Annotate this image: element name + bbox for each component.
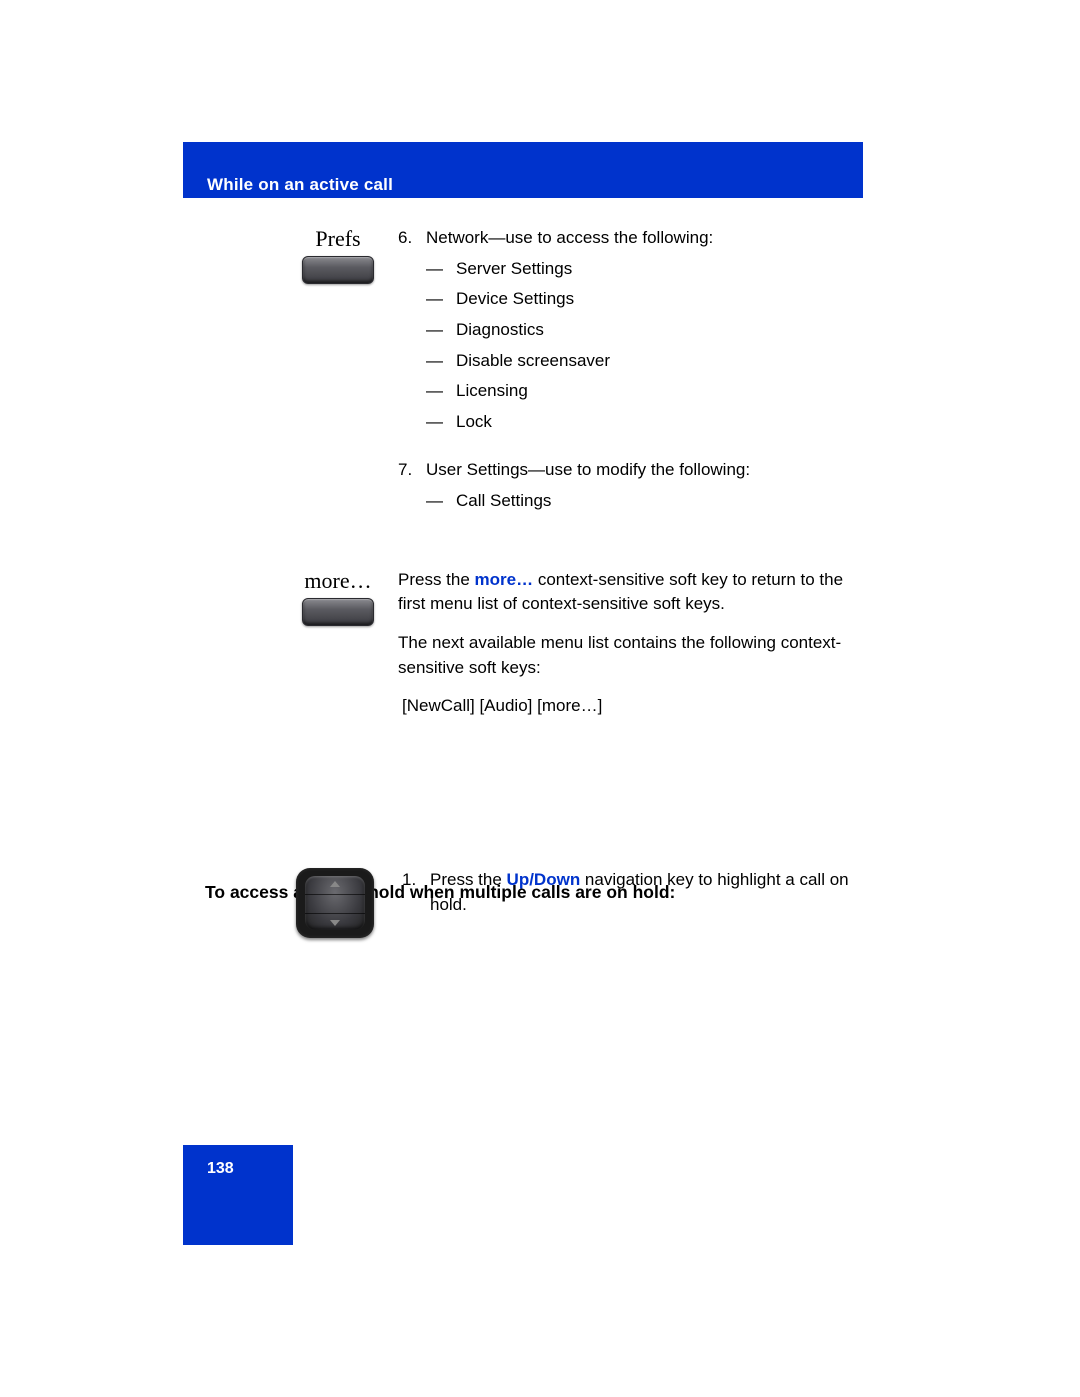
more-para2: The next available menu list contains th… xyxy=(398,631,863,680)
sub-item: —Call Settings xyxy=(426,489,863,514)
dash: — xyxy=(426,287,456,312)
updown-link: Up/Down xyxy=(507,870,581,889)
step-number: 1. xyxy=(402,868,430,917)
header-title: While on an active call xyxy=(207,175,393,195)
sub-item: —Disable screensaver xyxy=(426,349,863,374)
dash: — xyxy=(426,410,456,435)
prefs-row: Prefs 6. Network—use to access the follo… xyxy=(278,226,863,528)
prefs-label: Prefs xyxy=(278,226,398,252)
step-body: Press the Up/Down navigation key to high… xyxy=(430,868,862,917)
more-link: more… xyxy=(475,570,534,589)
prefs-text: 6. Network—use to access the following: … xyxy=(398,226,863,528)
nav-step: 1. Press the Up/Down navigation key to h… xyxy=(378,868,862,925)
dpad-icon xyxy=(292,868,378,938)
dash: — xyxy=(426,257,456,282)
dash: — xyxy=(426,349,456,374)
prefs-button-icon xyxy=(302,256,374,284)
page-number: 138 xyxy=(207,1160,234,1178)
step-1: 1. Press the Up/Down navigation key to h… xyxy=(402,868,862,917)
dash: — xyxy=(426,489,456,514)
item-number: 7. xyxy=(398,458,426,519)
item6-sublist: —Server Settings —Device Settings —Diagn… xyxy=(426,257,863,435)
sub-item: —Device Settings xyxy=(426,287,863,312)
more-softkey: more… xyxy=(278,568,398,626)
sub-text: Licensing xyxy=(456,379,528,404)
page: While on an active call Prefs 6. Network… xyxy=(0,0,1080,1397)
more-button-icon xyxy=(302,598,374,626)
dash: — xyxy=(426,379,456,404)
text: Press the xyxy=(430,870,507,889)
sub-text: Device Settings xyxy=(456,287,574,312)
more-label: more… xyxy=(278,568,398,594)
dash: — xyxy=(426,318,456,343)
sub-text: Server Settings xyxy=(456,257,572,282)
sub-item: —Diagnostics xyxy=(426,318,863,343)
footer-bar xyxy=(183,1145,293,1245)
item7-text: User Settings—use to modify the followin… xyxy=(426,460,750,479)
item7-sublist: —Call Settings xyxy=(426,489,863,514)
more-para1: Press the more… context-sensitive soft k… xyxy=(398,568,863,617)
sub-item: —Server Settings xyxy=(426,257,863,282)
list-item-7: 7. User Settings—use to modify the follo… xyxy=(398,458,863,519)
sub-item: —Lock xyxy=(426,410,863,435)
more-para3: [NewCall] [Audio] [more…] xyxy=(402,694,863,719)
sub-item: —Licensing xyxy=(426,379,863,404)
item-body: User Settings—use to modify the followin… xyxy=(426,458,863,519)
sub-text: Diagnostics xyxy=(456,318,544,343)
item6-text: Network—use to access the following: xyxy=(426,228,713,247)
item-body: Network—use to access the following: —Se… xyxy=(426,226,863,440)
list-item-6: 6. Network—use to access the following: … xyxy=(398,226,863,440)
item-number: 6. xyxy=(398,226,426,440)
more-row: more… Press the more… context-sensitive … xyxy=(278,568,863,733)
more-text: Press the more… context-sensitive soft k… xyxy=(398,568,863,733)
content: Prefs 6. Network—use to access the follo… xyxy=(278,226,863,773)
sub-text: Disable screensaver xyxy=(456,349,610,374)
text: Press the xyxy=(398,570,475,589)
nav-section: 1. Press the Up/Down navigation key to h… xyxy=(292,868,862,938)
prefs-softkey: Prefs xyxy=(278,226,398,284)
sub-text: Call Settings xyxy=(456,489,551,514)
sub-text: Lock xyxy=(456,410,492,435)
